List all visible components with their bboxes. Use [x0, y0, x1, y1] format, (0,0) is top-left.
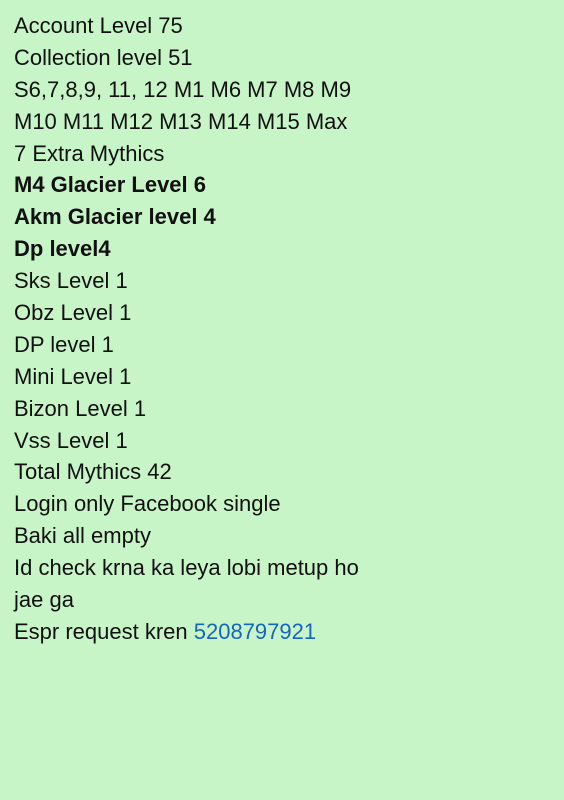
collection-level: Collection level 51: [14, 42, 550, 74]
skins-list: S6,7,8,9, 11, 12 M1 M6 M7 M8 M9: [14, 74, 550, 106]
skins-list-2: M10 M11 M12 M13 M14 M15 Max: [14, 106, 550, 138]
phone-link[interactable]: 5208797921: [194, 619, 316, 644]
dp-level4: Dp level4: [14, 233, 550, 265]
bizon-level: Bizon Level 1: [14, 393, 550, 425]
baki-info: Baki all empty: [14, 520, 550, 552]
obz-level: Obz Level 1: [14, 297, 550, 329]
id-check-line1: Id check krna ka leya lobi metup ho: [14, 552, 550, 584]
akm-glacier: Akm Glacier level 4: [14, 201, 550, 233]
vss-level: Vss Level 1: [14, 425, 550, 457]
m4-glacier: M4 Glacier Level 6: [14, 169, 550, 201]
id-check-line2: jae ga: [14, 584, 550, 616]
espr-prefix: Espr request kren 5208797921: [14, 616, 550, 648]
sks-level: Sks Level 1: [14, 265, 550, 297]
mini-level: Mini Level 1: [14, 361, 550, 393]
extra-mythics: 7 Extra Mythics: [14, 138, 550, 170]
account-level: Account Level 75: [14, 10, 550, 42]
dp-level1: DP level 1: [14, 329, 550, 361]
login-info: Login only Facebook single: [14, 488, 550, 520]
total-mythics: Total Mythics 42: [14, 456, 550, 488]
main-content: Account Level 75Collection level 51S6,7,…: [14, 10, 550, 648]
